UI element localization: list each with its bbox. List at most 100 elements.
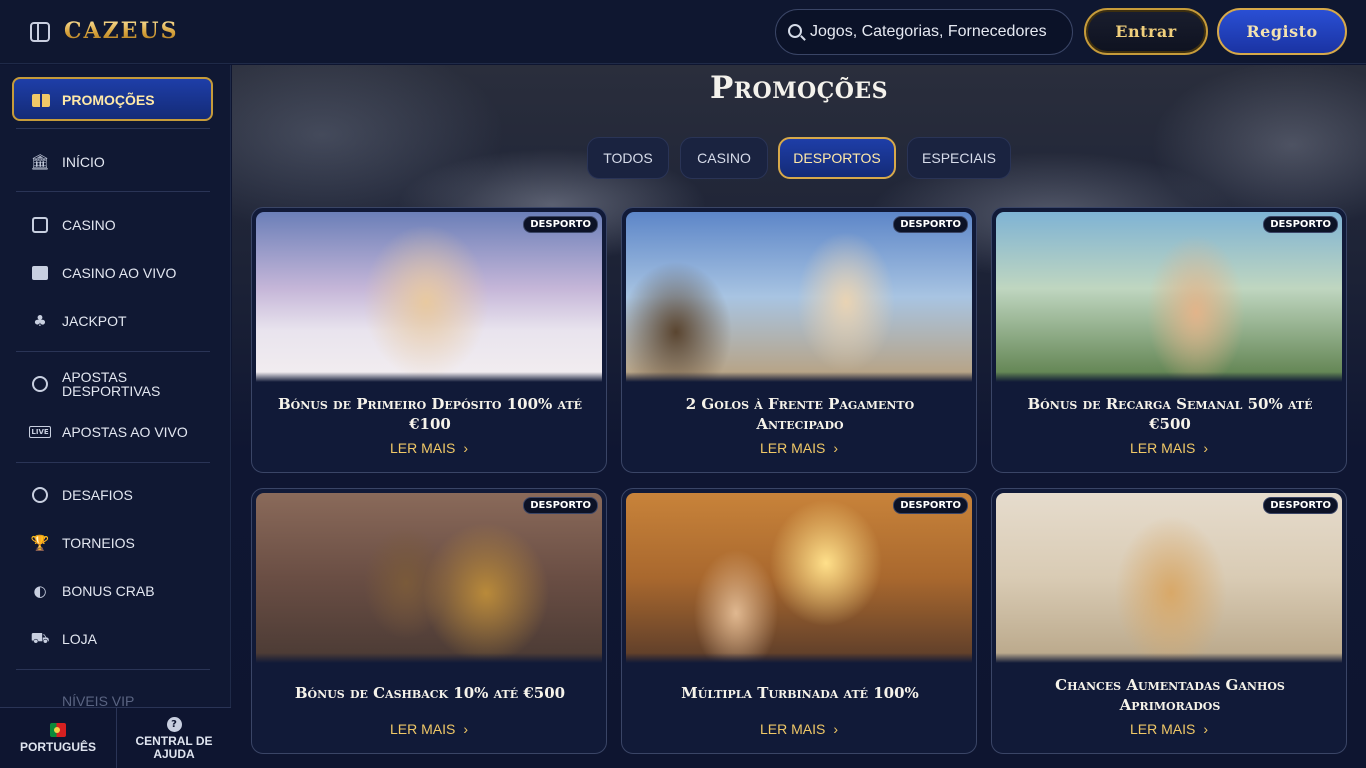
chevron-right-icon: ›: [463, 440, 469, 456]
sidebar-item-label: LOJA: [62, 631, 98, 647]
category-badge: DESPORTO: [523, 216, 598, 233]
sidebar-item-label: APOSTAS DESPORTIVAS: [62, 369, 161, 399]
read-more-link[interactable]: LER MAIS ›: [992, 721, 1346, 737]
promo-card[interactable]: DESPORTO Bónus de Cashback 10% até €500 …: [251, 488, 607, 754]
tab-casino[interactable]: CASINO: [680, 137, 768, 179]
sidebar-item-label: TORNEIOS: [62, 535, 135, 551]
sidebar-item-home[interactable]: 🏛 INÍCIO: [0, 142, 230, 182]
read-more-label: LER MAIS: [389, 440, 456, 456]
sidebar-item-label: CASINO AO VIVO: [62, 265, 177, 281]
crab-icon: ◐: [33, 582, 47, 600]
clover-icon: ♣: [33, 312, 47, 330]
sidebar-item-bonus-crab[interactable]: ◐ BONUS CRAB: [0, 571, 230, 611]
sidebar-item-label: APOSTAS AO VIVO: [62, 424, 188, 440]
promo-title: 2 Golos à Frente Pagamento Antecipado: [685, 395, 915, 433]
promo-title: Bónus de Cashback 10% até €500: [294, 684, 566, 702]
tab-sports[interactable]: DESPORTOS: [778, 137, 896, 179]
gift-icon: [32, 90, 50, 107]
promo-image: [996, 493, 1342, 663]
search-bar[interactable]: [775, 9, 1073, 55]
live-icon: LIVE: [29, 426, 51, 438]
sidebar-item-live-betting[interactable]: LIVE APOSTAS AO VIVO: [0, 412, 230, 452]
read-more-link[interactable]: LER MAIS ›: [622, 721, 976, 737]
help-center-button[interactable]: ? CENTRAL DE AJUDA: [116, 708, 231, 768]
read-more-label: LER MAIS: [389, 721, 456, 737]
promo-title: Bónus de Primeiro Depósito 100% até €100: [277, 395, 583, 433]
read-more-label: LER MAIS: [1129, 440, 1196, 456]
soccer-ball-icon: [31, 375, 49, 393]
promo-title: Múltipla Turbinada até 100%: [681, 684, 919, 702]
promo-image: [626, 212, 972, 382]
sidebar-toggle-icon[interactable]: [30, 22, 50, 42]
chevron-right-icon: ›: [833, 440, 839, 456]
trophy-icon: 🏆: [30, 534, 50, 552]
top-header: CAZEUS Entrar Registo: [0, 0, 1366, 64]
chevron-right-icon: ›: [1203, 721, 1209, 737]
promo-title: Bónus de Recarga Semanal 50% até €500: [1027, 395, 1313, 433]
divider: [16, 462, 210, 463]
chevron-right-icon: ›: [833, 721, 839, 737]
sidebar-item-label: CASINO: [62, 217, 116, 233]
page-title: Promoções: [709, 70, 889, 106]
promo-image: [626, 493, 972, 663]
category-badge: DESPORTO: [893, 216, 968, 233]
search-input[interactable]: [810, 10, 1068, 54]
login-button[interactable]: Entrar: [1084, 8, 1208, 55]
language-selector[interactable]: PORTUGUÊS: [0, 708, 116, 768]
tab-specials[interactable]: ESPECIAIS: [907, 137, 1011, 179]
read-more-link[interactable]: LER MAIS ›: [252, 721, 606, 737]
slot-machine-icon: [31, 216, 49, 234]
read-more-link[interactable]: LER MAIS ›: [992, 440, 1346, 456]
help-icon: ?: [166, 716, 182, 732]
tab-all[interactable]: TODOS: [587, 137, 669, 179]
portugal-flag-icon: [50, 723, 66, 737]
site-logo[interactable]: CAZEUS: [64, 18, 178, 44]
sidebar-item-tournaments[interactable]: 🏆 TORNEIOS: [0, 523, 230, 563]
divider: [16, 128, 210, 129]
register-button[interactable]: Registo: [1217, 8, 1347, 55]
sidebar-item-label: PROMOÇÕES: [62, 92, 155, 108]
sidebar-item-jackpot[interactable]: ♣ JACKPOT: [0, 301, 230, 341]
promo-card[interactable]: DESPORTO 2 Golos à Frente Pagamento Ante…: [621, 207, 977, 473]
medal-icon: [31, 486, 49, 504]
read-more-link[interactable]: LER MAIS ›: [252, 440, 606, 456]
bank-icon: 🏛: [30, 153, 50, 171]
sidebar-footer: PORTUGUÊS ? CENTRAL DE AJUDA: [0, 707, 231, 768]
promo-card[interactable]: DESPORTO Múltipla Turbinada até 100% LER…: [621, 488, 977, 754]
chevron-right-icon: ›: [1203, 440, 1209, 456]
sidebar-item-sports-betting[interactable]: APOSTAS DESPORTIVAS: [0, 364, 230, 404]
promo-card[interactable]: DESPORTO Bónus de Recarga Semanal 50% at…: [991, 207, 1347, 473]
category-badge: DESPORTO: [893, 497, 968, 514]
sidebar-item-label: BONUS CRAB: [62, 583, 155, 599]
promotions-page: Promoções TODOS CASINO DESPORTOS ESPECIA…: [232, 65, 1366, 768]
divider: [16, 351, 210, 352]
sidebar-item-label: DESAFIOS: [62, 487, 133, 503]
sidebar-item-casino[interactable]: CASINO: [0, 205, 230, 245]
search-icon: [788, 24, 802, 38]
category-badge: DESPORTO: [523, 497, 598, 514]
sidebar-item-label: JACKPOT: [62, 313, 127, 329]
promo-image: [256, 212, 602, 382]
promo-image: [256, 493, 602, 663]
sidebar-item-live-casino[interactable]: CASINO AO VIVO: [0, 253, 230, 293]
help-center-label: CENTRAL DE AJUDA: [135, 733, 213, 761]
promo-card[interactable]: DESPORTO Bónus de Primeiro Depósito 100%…: [251, 207, 607, 473]
cart-icon: ⛟: [30, 629, 50, 647]
read-more-label: LER MAIS: [1129, 721, 1196, 737]
promo-image: [996, 212, 1342, 382]
divider: [16, 191, 210, 192]
category-badge: DESPORTO: [1263, 216, 1338, 233]
cards-icon: [31, 264, 49, 282]
read-more-label: LER MAIS: [759, 721, 826, 737]
chevron-right-icon: ›: [463, 721, 469, 737]
promo-title: Chances Aumentadas Ganhos Aprimorados: [1055, 676, 1285, 714]
sidebar: PROMOÇÕES 🏛 INÍCIO CASINO CASINO AO VIVO…: [0, 65, 231, 768]
sidebar-item-label: INÍCIO: [62, 154, 105, 170]
promo-card[interactable]: DESPORTO Chances Aumentadas Ganhos Aprim…: [991, 488, 1347, 754]
divider: [16, 669, 210, 670]
sidebar-item-challenges[interactable]: DESAFIOS: [0, 475, 230, 515]
language-label: PORTUGUÊS: [19, 740, 96, 754]
sidebar-item-promotions[interactable]: PROMOÇÕES: [12, 77, 213, 121]
sidebar-item-shop[interactable]: ⛟ LOJA: [0, 619, 230, 659]
read-more-link[interactable]: LER MAIS ›: [622, 440, 976, 456]
